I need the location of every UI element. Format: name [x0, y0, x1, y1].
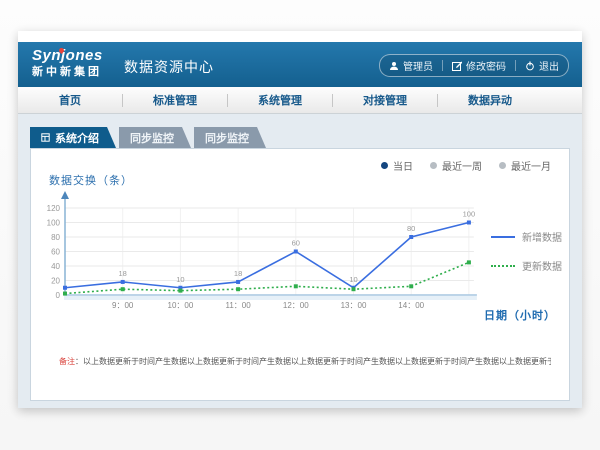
logo-text: Synjones: [32, 47, 103, 65]
svg-text:18: 18: [234, 269, 242, 278]
radio-dot-icon: [430, 162, 437, 169]
solid-line-swatch-icon: [491, 236, 515, 238]
filter-label: 最近一周: [442, 158, 482, 173]
svg-text:80: 80: [407, 224, 415, 233]
svg-text:12：00: 12：00: [283, 301, 309, 310]
main-nav: 首页 标准管理 系统管理 对接管理 数据异动: [18, 87, 582, 114]
svg-text:10: 10: [176, 275, 184, 284]
footnote: 备注：以上数据更新于时间产生数据以上数据更新于时间产生数据以上数据更新于时间产生…: [59, 356, 551, 367]
nav-item-interface-mgmt[interactable]: 对接管理: [333, 87, 437, 113]
tab-sync-monitor-1[interactable]: 同步监控: [119, 127, 191, 148]
svg-text:40: 40: [51, 262, 60, 271]
svg-text:10：00: 10：00: [168, 301, 194, 310]
nav-item-standard-mgmt[interactable]: 标准管理: [123, 87, 227, 113]
document-grid-icon: [41, 133, 50, 142]
filter-last-week[interactable]: 最近一周: [430, 158, 482, 173]
legend-label: 更新数据: [522, 258, 562, 273]
edit-icon: [452, 61, 462, 71]
nav-item-home[interactable]: 首页: [18, 87, 122, 113]
nav-item-label: 标准管理: [153, 92, 197, 108]
y-axis-title: 数据交换（条）: [49, 172, 133, 188]
nav-item-label: 对接管理: [363, 92, 407, 108]
tab-label: 同步监控: [205, 130, 249, 146]
chart-panel: 当日 最近一周 最近一月 数据交换（条） 0 20 40 60 80 100 120 9：00…: [30, 148, 570, 401]
content-area: 系统介绍 同步监控 同步监控 当日 最近一周: [18, 114, 582, 408]
company-logo: Synjones 新中新集团: [32, 47, 103, 79]
app-window: Synjones 新中新集团 数据资源中心 管理员 修改密码: [18, 31, 582, 408]
filter-last-month[interactable]: 最近一月: [499, 158, 551, 173]
svg-text:14：00: 14：00: [398, 301, 424, 310]
svg-text:100: 100: [463, 210, 476, 219]
legend-update-data: 更新数据: [491, 258, 562, 273]
line-chart: 0 20 40 60 80 100 120 9：00 10：00 11：00 12：00 13：00 1…: [37, 191, 507, 315]
tab-label: 系统介绍: [55, 130, 99, 146]
filter-label: 最近一月: [511, 158, 551, 173]
svg-text:18: 18: [119, 269, 127, 278]
svg-text:9：00: 9：00: [112, 301, 134, 310]
nav-item-label: 首页: [59, 92, 81, 108]
svg-text:0: 0: [56, 291, 61, 300]
svg-text:11：00: 11：00: [225, 301, 251, 310]
logo-subtext: 新中新集团: [32, 65, 103, 79]
tab-sync-monitor-2[interactable]: 同步监控: [194, 127, 266, 148]
nav-item-data-change[interactable]: 数据异动: [438, 87, 542, 113]
nav-item-system-mgmt[interactable]: 系统管理: [228, 87, 332, 113]
filter-label: 当日: [393, 158, 413, 173]
svg-text:120: 120: [47, 204, 61, 213]
svg-text:100: 100: [47, 219, 61, 228]
svg-text:60: 60: [292, 239, 300, 248]
radio-dot-icon: [499, 162, 506, 169]
filter-today[interactable]: 当日: [381, 158, 413, 173]
svg-text:80: 80: [51, 233, 60, 242]
tab-label: 同步监控: [130, 130, 174, 146]
dotted-line-swatch-icon: [491, 265, 515, 267]
legend-new-data: 新增数据: [491, 229, 562, 244]
logout-button[interactable]: 退出: [516, 55, 568, 76]
user-icon: [389, 61, 399, 71]
svg-text:10: 10: [349, 275, 357, 284]
tab-system-intro[interactable]: 系统介绍: [30, 127, 116, 148]
user-toolbar: 管理员 修改密码 退出: [379, 54, 569, 77]
x-axis-title: 日期（小时）: [484, 307, 556, 323]
page-title: 数据资源中心: [124, 57, 214, 77]
current-user-button[interactable]: 管理员: [380, 55, 442, 76]
nav-item-label: 系统管理: [258, 92, 302, 108]
footnote-body: ：以上数据更新于时间产生数据以上数据更新于时间产生数据以上数据更新于时间产生数据…: [75, 357, 551, 366]
change-password-label: 修改密码: [466, 58, 506, 73]
radio-dot-icon: [381, 162, 388, 169]
time-range-filters: 当日 最近一周 最近一月: [381, 158, 551, 173]
change-password-button[interactable]: 修改密码: [443, 55, 515, 76]
tab-bar: 系统介绍 同步监控 同步监控: [30, 127, 266, 148]
svg-text:20: 20: [51, 277, 60, 286]
svg-text:60: 60: [51, 248, 60, 257]
svg-text:13：00: 13：00: [341, 301, 367, 310]
logout-label: 退出: [539, 58, 559, 73]
current-user-label: 管理员: [403, 58, 433, 73]
app-header: Synjones 新中新集团 数据资源中心 管理员 修改密码: [18, 42, 582, 87]
legend-label: 新增数据: [522, 229, 562, 244]
footnote-prefix: 备注: [59, 357, 75, 366]
nav-item-label: 数据异动: [468, 92, 512, 108]
chart-legend: 新增数据 更新数据: [491, 229, 562, 273]
power-icon: [525, 61, 535, 71]
